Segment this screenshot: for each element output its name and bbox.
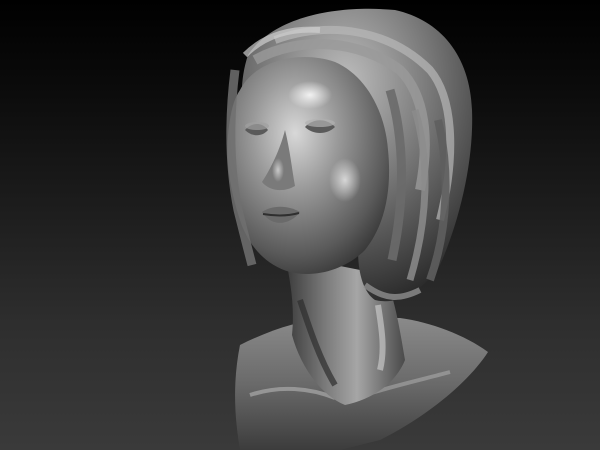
eye-left-lid [245,122,269,130]
cheek-highlight [329,158,361,202]
nose-highlight [272,158,284,182]
viewport-canvas[interactable] [0,0,600,450]
sculpted-bust-icon[interactable] [0,0,600,450]
forehead-highlight [288,81,332,109]
eye-right-lid [305,119,335,127]
